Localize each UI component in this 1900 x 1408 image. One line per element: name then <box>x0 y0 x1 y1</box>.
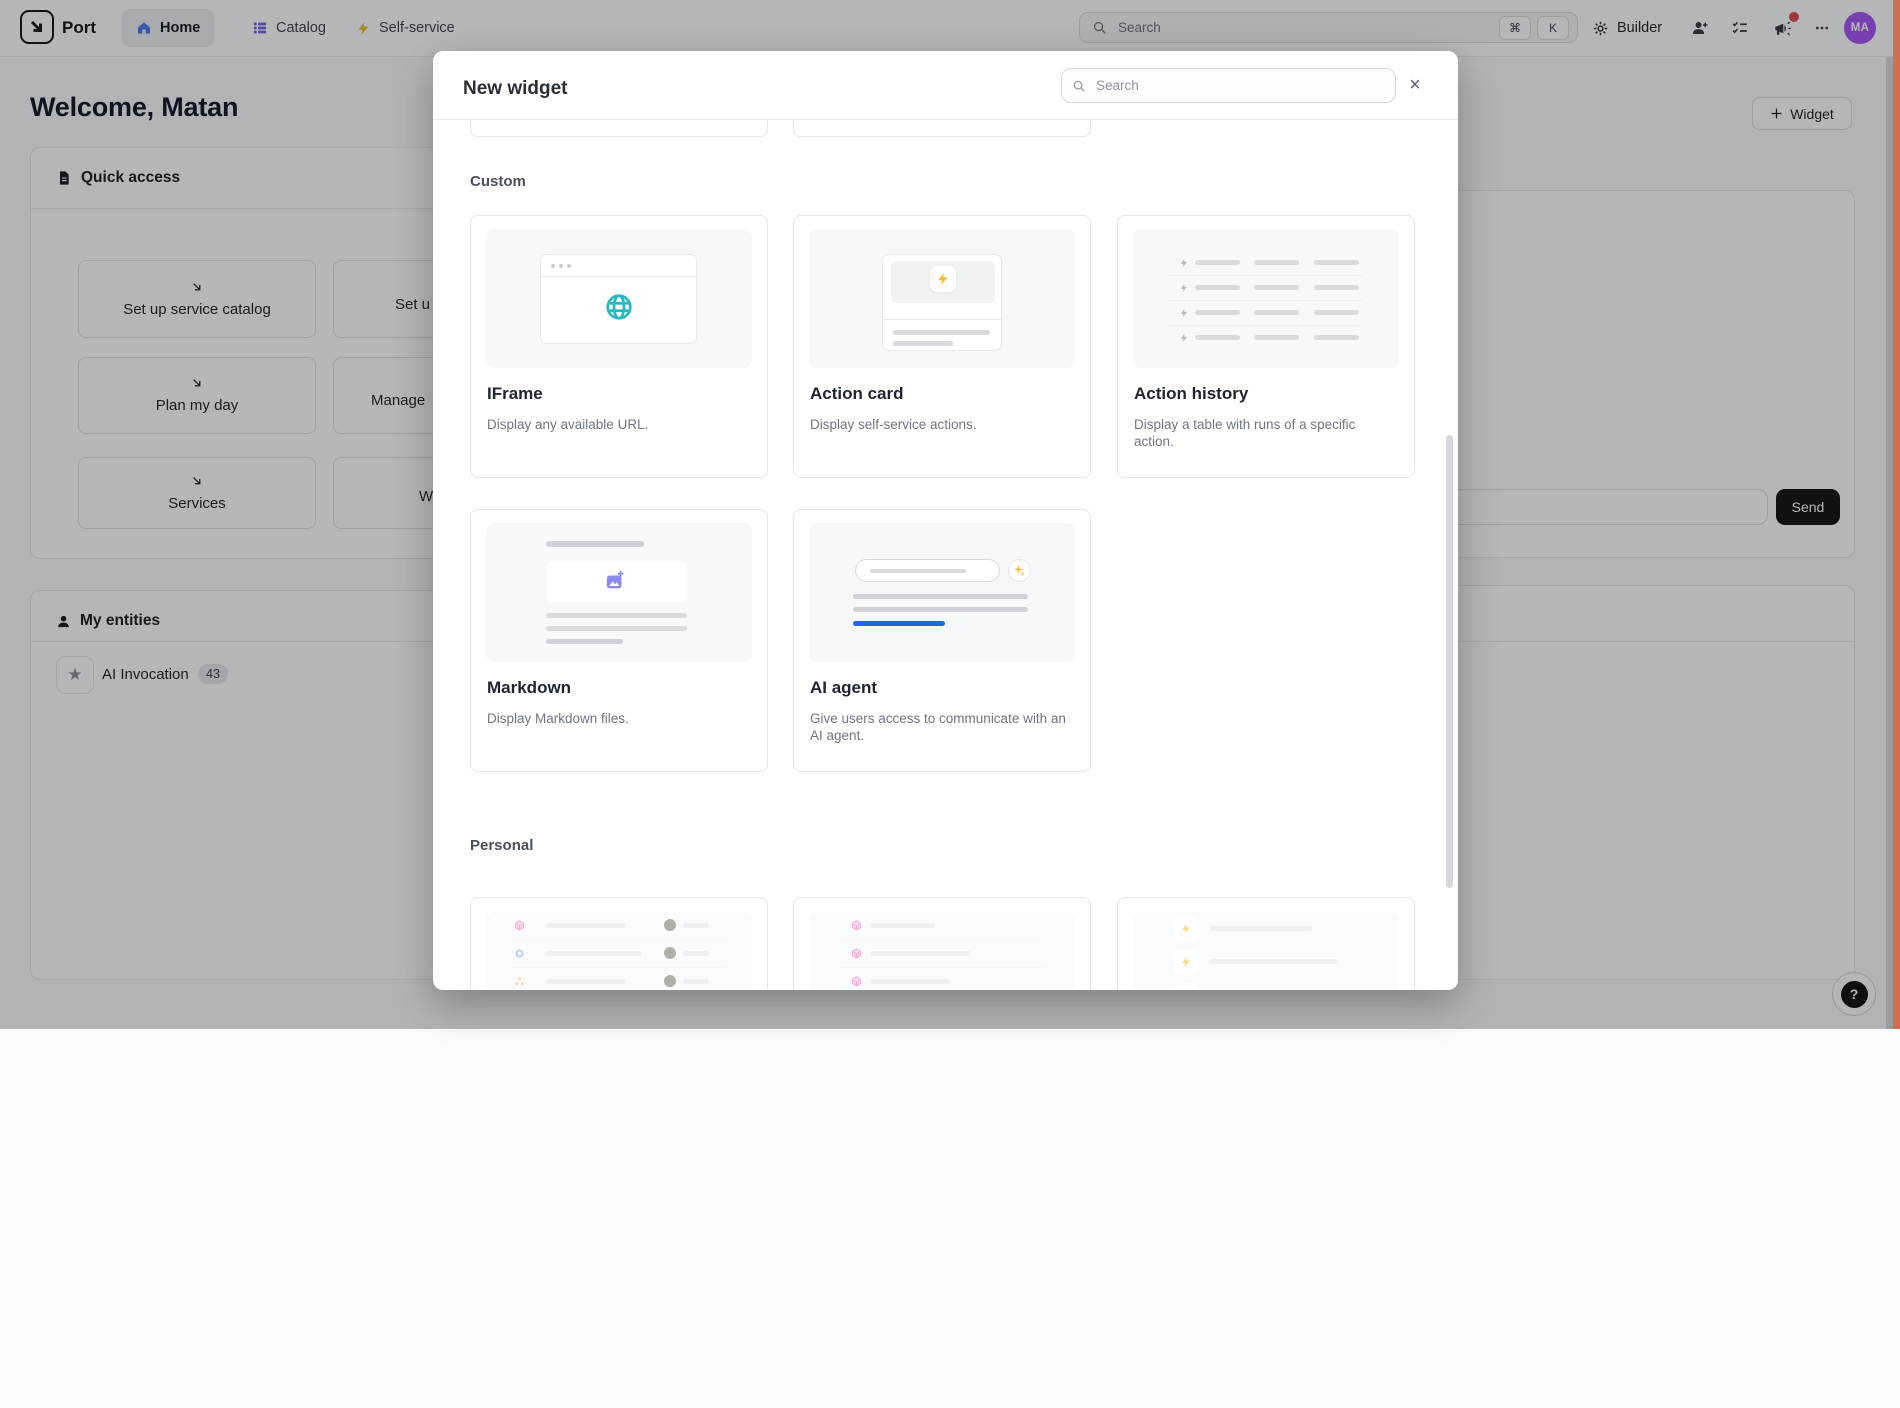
widget-search-input[interactable] <box>1094 77 1385 94</box>
partial-widget-card[interactable] <box>793 119 1091 137</box>
edge-scroll-strip[interactable] <box>1893 0 1900 1029</box>
lightning-bolt-icon <box>1179 258 1189 268</box>
flower-icon <box>514 948 525 959</box>
personal-widget-card[interactable] <box>1117 897 1415 990</box>
widget-card-markdown[interactable]: Markdown Display Markdown files. <box>470 509 768 772</box>
widget-title: AI agent <box>810 678 877 698</box>
widget-description: Give users access to communicate with an… <box>810 710 1072 744</box>
cube-icon <box>851 920 862 931</box>
lightning-bolt-icon <box>1180 956 1192 968</box>
widget-card-action-card[interactable]: Action card Display self-service actions… <box>793 215 1091 478</box>
widget-description: Display any available URL. <box>487 416 749 433</box>
globe-icon <box>604 292 634 322</box>
personal-widget-card[interactable] <box>470 897 768 990</box>
search-icon <box>1072 79 1086 93</box>
widget-card-ai-agent[interactable]: AI agent Give users access to communicat… <box>793 509 1091 772</box>
dots-cluster-icon <box>514 976 525 987</box>
widget-title: Action history <box>1134 384 1248 404</box>
ai-agent-thumbnail <box>809 523 1075 662</box>
trash-icon <box>1180 989 1192 990</box>
modal-scrollbar-thumb[interactable] <box>1446 435 1453 888</box>
widget-title: IFrame <box>487 384 543 404</box>
widget-description: Display Markdown files. <box>487 710 749 727</box>
close-icon: × <box>1409 74 1421 97</box>
widget-search-bar[interactable] <box>1061 68 1396 103</box>
action-history-thumbnail <box>1133 229 1399 368</box>
iframe-thumbnail <box>486 229 752 368</box>
cube-icon <box>851 948 862 959</box>
widget-description: Display self-service actions. <box>810 416 1072 433</box>
image-plus-icon <box>605 570 627 592</box>
lightning-bolt-icon <box>1179 283 1189 293</box>
new-widget-modal: New widget × Custom IFrame Display any a… <box>433 51 1458 990</box>
action-card-thumbnail <box>809 229 1075 368</box>
partial-widget-card[interactable] <box>470 119 768 137</box>
cube-icon <box>514 920 525 931</box>
section-label-custom: Custom <box>470 173 526 190</box>
lightning-bolt-icon <box>1179 308 1189 318</box>
close-button[interactable]: × <box>1399 69 1431 101</box>
widget-title: Markdown <box>487 678 571 698</box>
widget-description: Display a table with runs of a specific … <box>1134 416 1396 450</box>
section-label-personal: Personal <box>470 837 533 854</box>
cube-icon <box>851 976 862 987</box>
lightning-bolt-icon <box>936 272 950 286</box>
widget-card-action-history[interactable]: Action history Display a table with runs… <box>1117 215 1415 478</box>
sparkles-icon <box>1013 564 1026 577</box>
personal-widget-card[interactable] <box>793 897 1091 990</box>
markdown-thumbnail <box>486 523 752 662</box>
widget-card-iframe[interactable]: IFrame Display any available URL. <box>470 215 768 478</box>
modal-title: New widget <box>463 78 568 100</box>
widget-title: Action card <box>810 384 904 404</box>
lightning-bolt-icon <box>1179 333 1189 343</box>
lightning-bolt-icon <box>1180 923 1192 935</box>
